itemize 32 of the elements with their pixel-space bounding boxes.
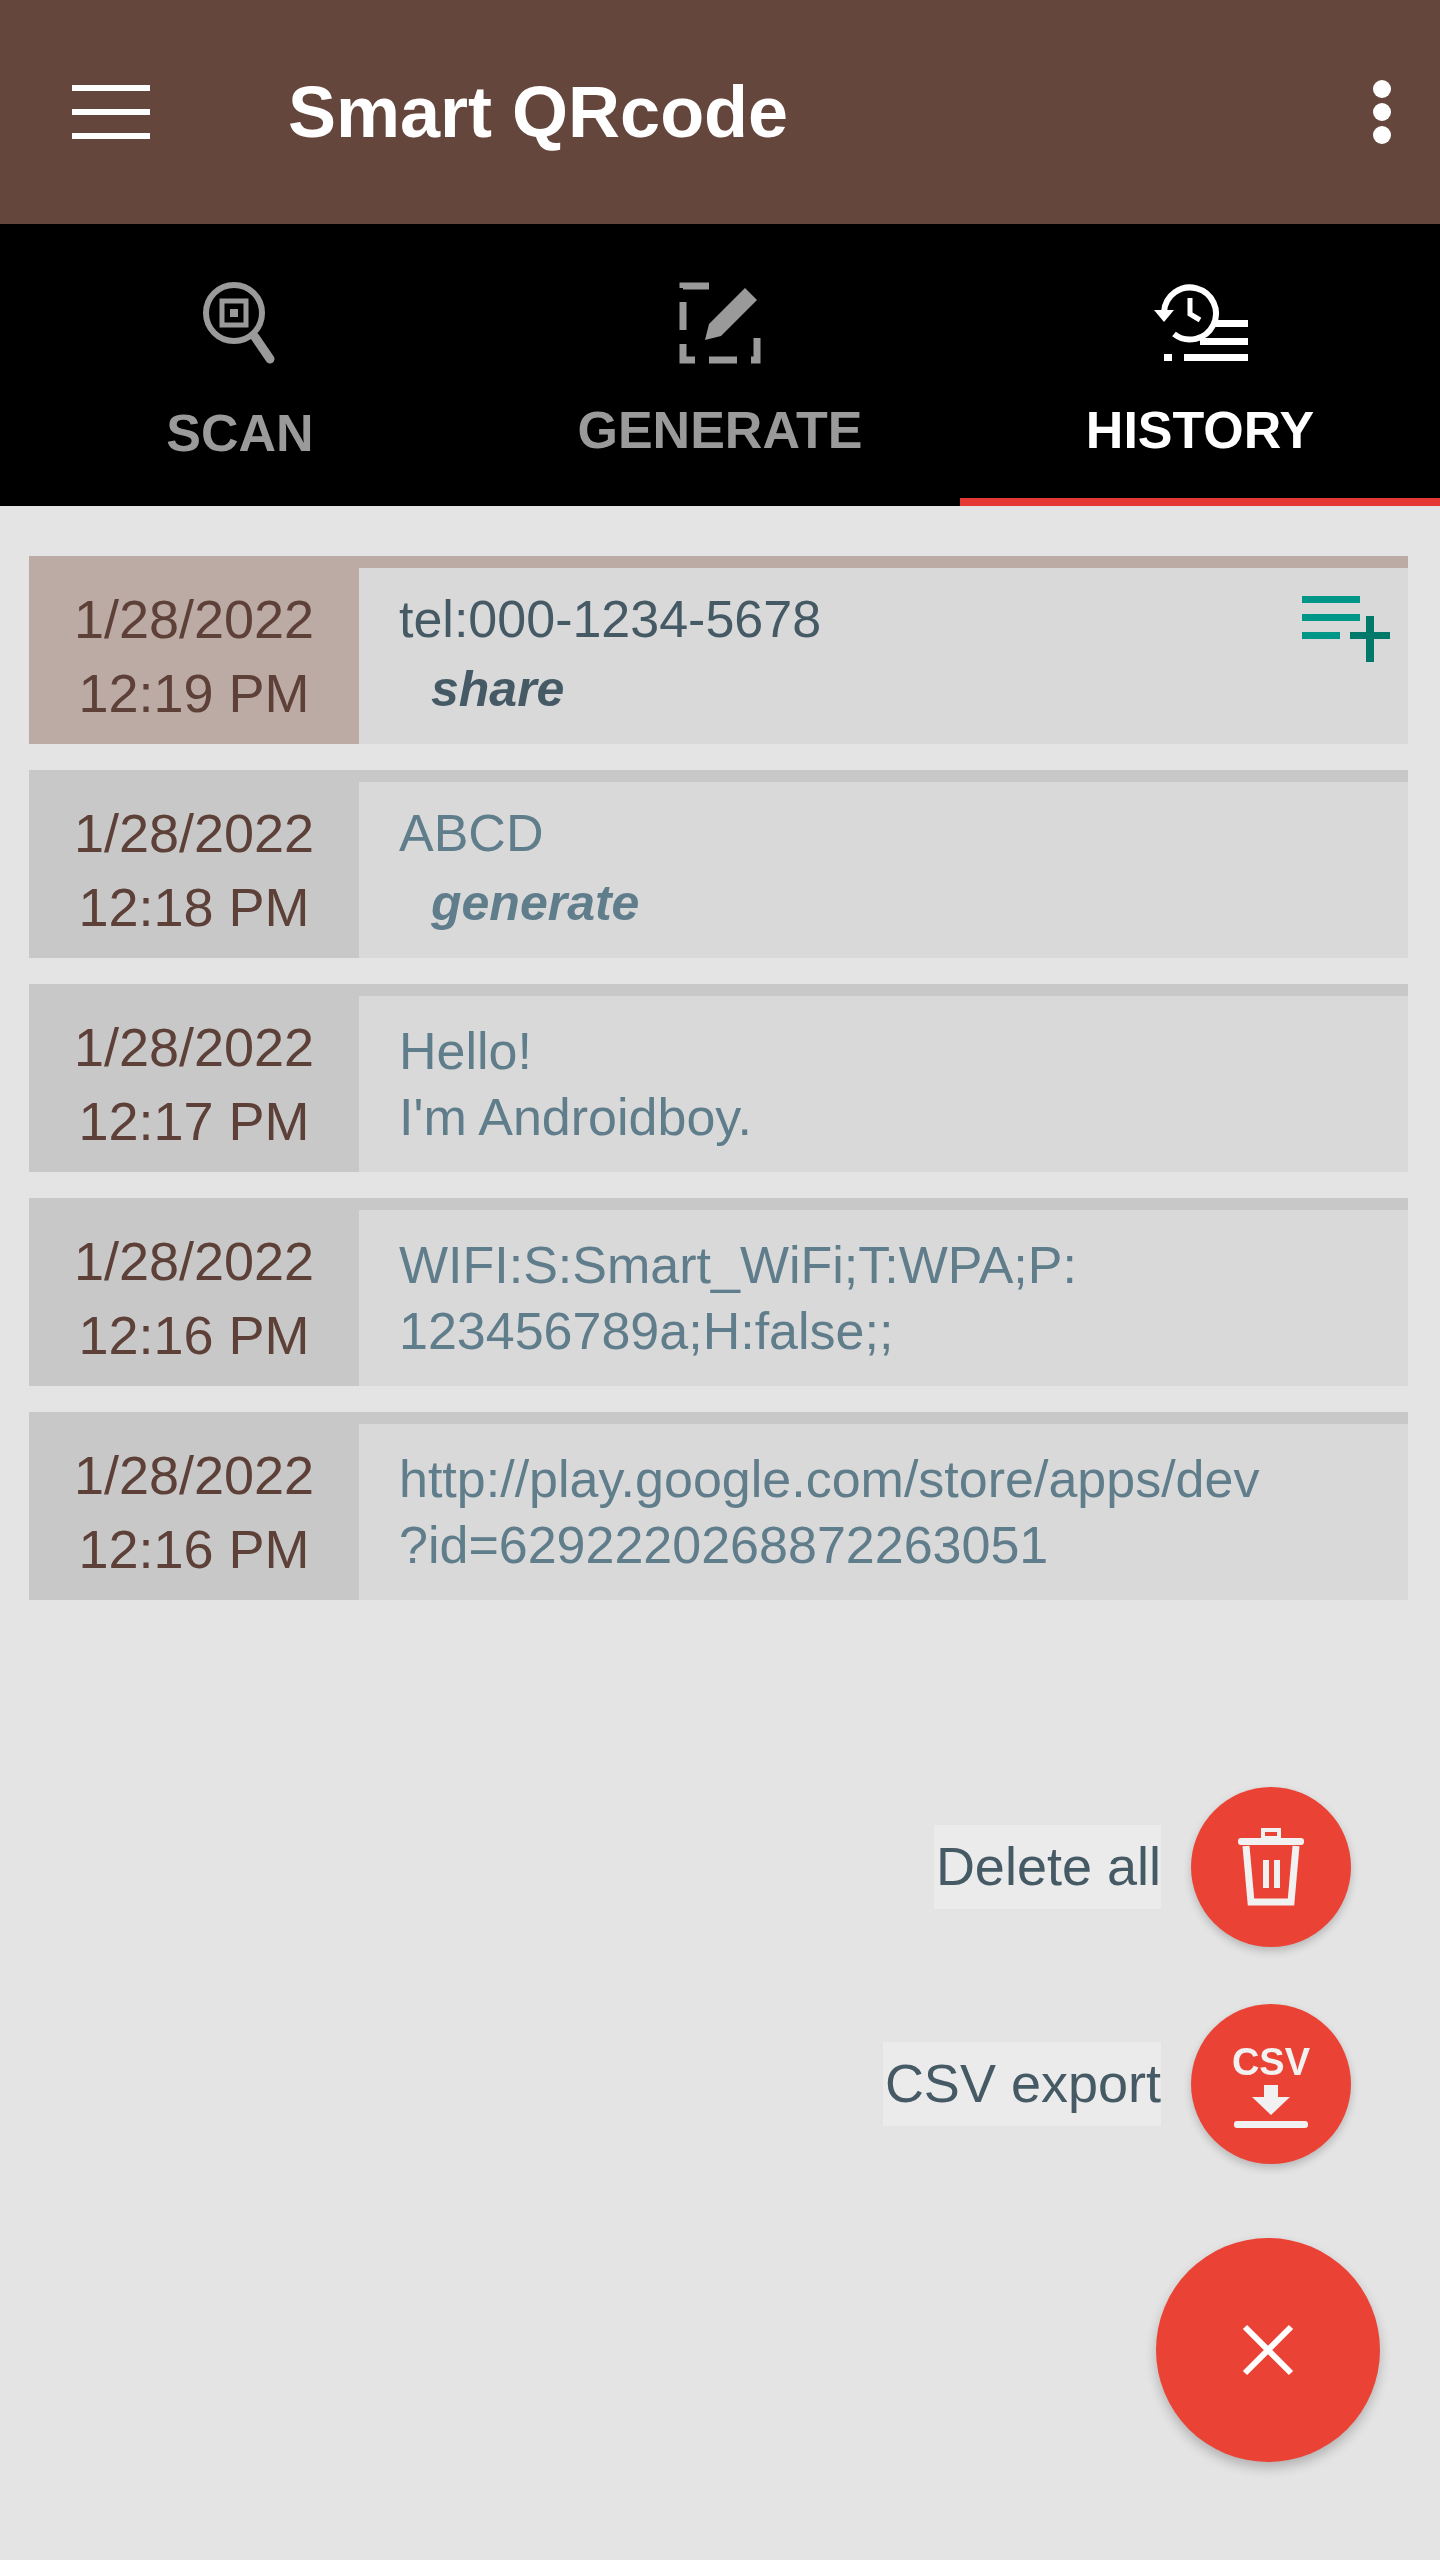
action-text: generate: [431, 874, 641, 933]
close-icon: [1242, 2324, 1294, 2376]
date-text: 1/28/2022: [73, 1016, 315, 1079]
playlist-add-icon[interactable]: [1302, 596, 1390, 662]
app-title: Smart QRcode: [288, 71, 790, 153]
content-text: http://play.google.com/store/apps/dev ?id=6292220268872263051: [399, 1449, 1260, 1576]
content-text: Hello! I'm Androidboy.: [399, 1021, 752, 1148]
history-item[interactable]: 1/28/2022 12:19 PM tel:000-1234-5678 share: [29, 556, 1408, 744]
menu-icon[interactable]: [72, 85, 150, 139]
date-text: 1/28/2022: [73, 802, 315, 865]
time-text: 12:19 PM: [78, 662, 310, 725]
date-text: 1/28/2022: [73, 1444, 315, 1507]
fab-label[interactable]: CSV export: [882, 2041, 1161, 2126]
date-text: 1/28/2022: [73, 588, 315, 651]
csv-export-button[interactable]: CSV: [1191, 2003, 1351, 2164]
time-text: 12:18 PM: [78, 876, 310, 939]
time-text: 12:17 PM: [78, 1090, 310, 1153]
history-item[interactable]: 1/28/2022 12:17 PM Hello! I'm Androidboy.: [29, 984, 1408, 1172]
history-item[interactable]: 1/28/2022 12:18 PM ABCD generate: [29, 770, 1408, 958]
content-text: WIFI:S:Smart_WiFi;T:WPA;P: 123456789a;H:false;;: [399, 1235, 1077, 1362]
history-item[interactable]: 1/28/2022 12:16 PM http://play.google.com/store/apps/dev ?id=6292220268872263051: [29, 1412, 1408, 1600]
fab-label[interactable]: Delete all: [933, 1824, 1161, 1909]
trash-icon: [1238, 1827, 1304, 1906]
history-item[interactable]: 1/28/2022 12:16 PM WIFI:S:Smart_WiFi;T:WPA;P: 123456789a;H:false;;: [29, 1198, 1408, 1386]
action-text: share: [431, 660, 566, 719]
date-text: 1/28/2022: [73, 1230, 315, 1293]
edit-icon: [679, 282, 761, 364]
content-text: tel:000-1234-5678: [399, 589, 822, 650]
more-options-icon[interactable]: [1372, 80, 1392, 144]
time-text: 12:16 PM: [78, 1304, 310, 1367]
content-text: ABCD: [399, 803, 544, 864]
time-text: 12:16 PM: [78, 1518, 310, 1581]
